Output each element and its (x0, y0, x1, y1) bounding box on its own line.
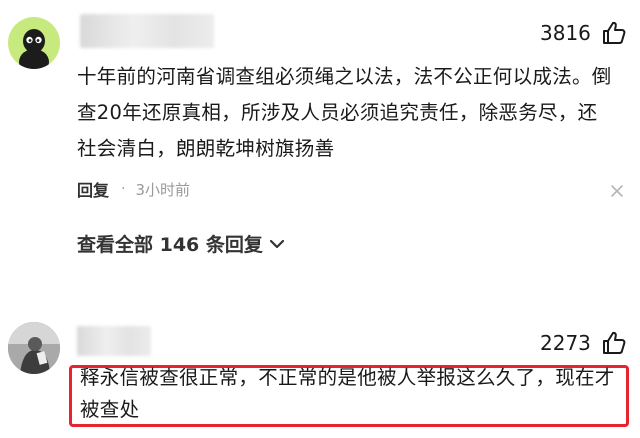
username-blurred[interactable] (77, 326, 151, 356)
reply-button[interactable]: 回复 (77, 177, 109, 201)
thumbs-up-icon (603, 331, 626, 354)
cartoon-avatar-icon (19, 29, 49, 69)
view-all-replies-label: 查看全部 146 条回复 (77, 234, 263, 256)
thumbs-up-icon (603, 21, 626, 44)
photo-avatar-icon (8, 322, 60, 374)
comment-meta: 回复 · 3小时前 (77, 177, 190, 201)
close-icon (611, 185, 623, 197)
comment-time: 3小时前 (135, 180, 191, 199)
like-button[interactable] (601, 330, 627, 356)
user-avatar[interactable] (8, 322, 60, 374)
username-blurred[interactable] (80, 14, 214, 48)
dismiss-button[interactable] (610, 183, 624, 197)
meta-separator: · (121, 181, 126, 197)
view-all-replies-button[interactable]: 查看全部 146 条回复 (77, 230, 285, 257)
like-button[interactable] (601, 20, 627, 46)
user-avatar[interactable] (8, 17, 60, 69)
chevron-down-icon (269, 239, 284, 248)
like-count: 3816 (540, 21, 591, 45)
like-count: 2273 (540, 331, 591, 355)
comment-text: 十年前的河南省调查组必须绳之以法，法不公正何以成法。倒查20年还原真相，所涉及人… (77, 65, 612, 160)
comment-text: 释永信被查很正常，不正常的是他被人举报这么久了，现在才被查处 (80, 366, 615, 421)
